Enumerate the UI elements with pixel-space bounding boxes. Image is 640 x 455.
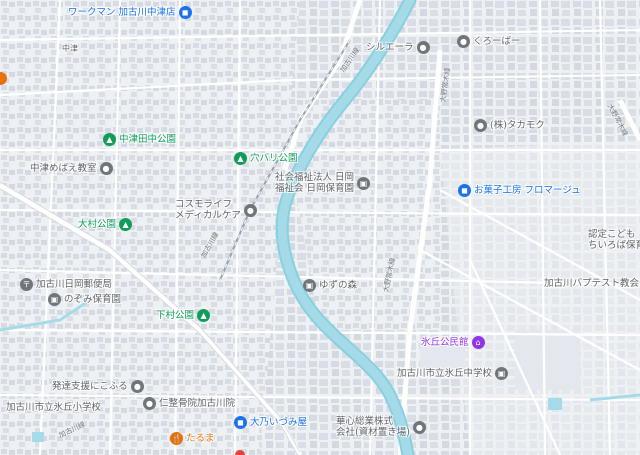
poi-cosmolife[interactable]: コスモライフ メディカルケア ● [175,199,257,221]
poi-hioka-elementary[interactable]: 加古川市立氷丘小学校 [6,402,101,413]
poi-anabari-park[interactable]: ▲ 穴バリ公園 [234,152,298,165]
shopping-bag-icon: ◼ [234,416,247,429]
poi-label-line2: メディカルケア [175,210,241,221]
area-label-nakatsu: 中津 [62,43,78,54]
poi-taruma[interactable]: 🍴 たるま [170,432,215,445]
service-dot-icon: ● [412,420,426,434]
poi-label: 加古川日岡郵便局 [36,279,113,290]
poi-label: 大乃いづみ屋 [250,417,308,428]
poi-takamoku[interactable]: ● (株)タカモク [474,119,545,132]
poi-silera[interactable]: シルエーラ ● [366,41,430,54]
poi-label: シルエーラ [366,42,414,53]
poi-label: のぞみ保育園 [64,294,122,305]
poi-kashin-sogyo[interactable]: 華心総業株式 会社(資材置き場) ● [336,416,426,438]
poi-hioka-post-office[interactable]: 〒 加古川日岡郵便局 [20,278,112,291]
civic-building-icon: ⌂ [471,336,485,349]
park-tree-icon: ▲ [103,133,116,146]
poi-hattatsu-shien[interactable]: 発達支援にこふる ● [52,380,144,393]
poi-label-group: 認定こども ちいろば保育 [588,229,640,251]
poi-label: ワークマン 加古川中津店 [68,7,176,18]
school-icon: ▣ [357,176,371,190]
poi-oono-izumiya[interactable]: ◼ 大乃いづみ屋 [234,416,307,429]
poi-omura-park[interactable]: 大村公園 ▲ [78,218,133,231]
poi-label: 社会福祉法人 日岡 [275,172,355,183]
poi-nakatsu-mebae[interactable]: 中津めばえ教室 ● [30,162,113,175]
poi-label: 加古川市立氷丘中学校 [397,368,493,379]
poi-yuzu-no-mori[interactable]: ▣ ゆずの森 [303,279,357,292]
poi-label: 加古川バプテスト教会 [544,278,640,289]
school-icon: ▣ [495,367,509,380]
post-office-icon: 〒 [20,278,33,291]
poi-label: くろーばー [473,36,521,47]
poi-label: 認定こども [588,229,636,240]
poi-label: たるま [186,433,215,444]
pond [32,432,44,442]
service-dot-icon: ● [243,203,257,217]
poi-label: 中津田中公園 [119,134,177,145]
service-dot-icon: ● [457,35,470,48]
restaurant-icon: 🍴 [170,432,183,445]
dense-blocks-west [0,0,300,455]
poi-label-group: コスモライフ メディカルケア [175,199,241,221]
poi-label-line2: ちいろば保育 [588,240,640,251]
pond [548,398,562,410]
poi-label: 大村公園 [78,219,117,230]
poi-label: ゆずの森 [319,280,358,291]
poi-label: 発達支援にこふる [52,381,128,392]
poi-label: 氷丘公民館 [421,337,469,348]
service-dot-icon: ● [130,380,144,393]
poi-clover[interactable]: ● くろーばー [457,35,521,48]
poi-jin-seikotsuin[interactable]: ● 仁整骨院加古川院 [143,397,235,410]
service-dot-icon: ● [416,41,430,54]
poi-label: 仁整骨院加古川院 [159,398,236,409]
poi-label-line2: 会社(資材置き場) [336,427,410,438]
poi-label: 中津めばえ教室 [30,163,97,174]
poi-hioka-junior-high[interactable]: 加古川市立氷丘中学校 ▣ [397,367,509,380]
school-icon: ▣ [303,279,316,292]
service-dot-icon: ● [143,397,156,410]
school-icon: ▣ [48,293,61,306]
poi-nozomi-nursery[interactable]: ▣ のぞみ保育園 [48,293,121,306]
shopping-bag-icon: ◼ [178,6,192,19]
poi-hioka-kominkan[interactable]: 氷丘公民館 ⌂ [421,336,485,349]
poi-shimomura-park[interactable]: 下村公園 ▲ [156,309,211,322]
poi-label: 下村公園 [156,310,195,321]
poi-fromage[interactable]: ◼ お菓子工房 フロマージュ [458,184,581,197]
poi-label: お菓子工房 フロマージュ [474,185,581,196]
poi-hioka-hoikuen[interactable]: 社会福祉法人 日岡 福祉会 日岡保育園 ▣ [275,172,371,194]
poi-label-group: 社会福祉法人 日岡 福祉会 日岡保育園 [275,172,354,194]
park-tree-icon: ▲ [119,218,133,231]
poi-label: 加古川市立氷丘小学校 [6,402,102,413]
park-tree-icon: ▲ [197,309,211,322]
park-tree-icon: ▲ [234,152,247,165]
poi-label-group: 華心総業株式 会社(資材置き場) [336,416,410,438]
area-label: 中津 [62,44,78,53]
poi-label: 穴バリ公園 [250,153,298,164]
poi-label: 華心総業株式 [336,416,394,427]
poi-label-line2: 福祉会 日岡保育園 [275,183,355,194]
shopping-bag-icon: ◼ [458,184,471,197]
poi-label: (株)タカモク [490,120,545,131]
poi-nakatsu-tanaka-park[interactable]: ▲ 中津田中公園 [103,133,176,146]
service-dot-icon: ● [99,162,113,175]
poi-baptist-church[interactable]: 加古川バプテスト教会 [544,278,639,289]
poi-chiiroba-nursery[interactable]: 認定こども ちいろば保育 [588,229,640,251]
map-canvas[interactable]: ワークマン 加古川中津店 ◼ 中津 ▲ 中津田中公園 中津めばえ教室 ● 大村公… [0,0,640,455]
poi-label: コスモライフ [175,199,233,210]
poi-workman[interactable]: ワークマン 加古川中津店 ◼ [68,6,192,19]
service-dot-icon: ● [474,119,487,132]
